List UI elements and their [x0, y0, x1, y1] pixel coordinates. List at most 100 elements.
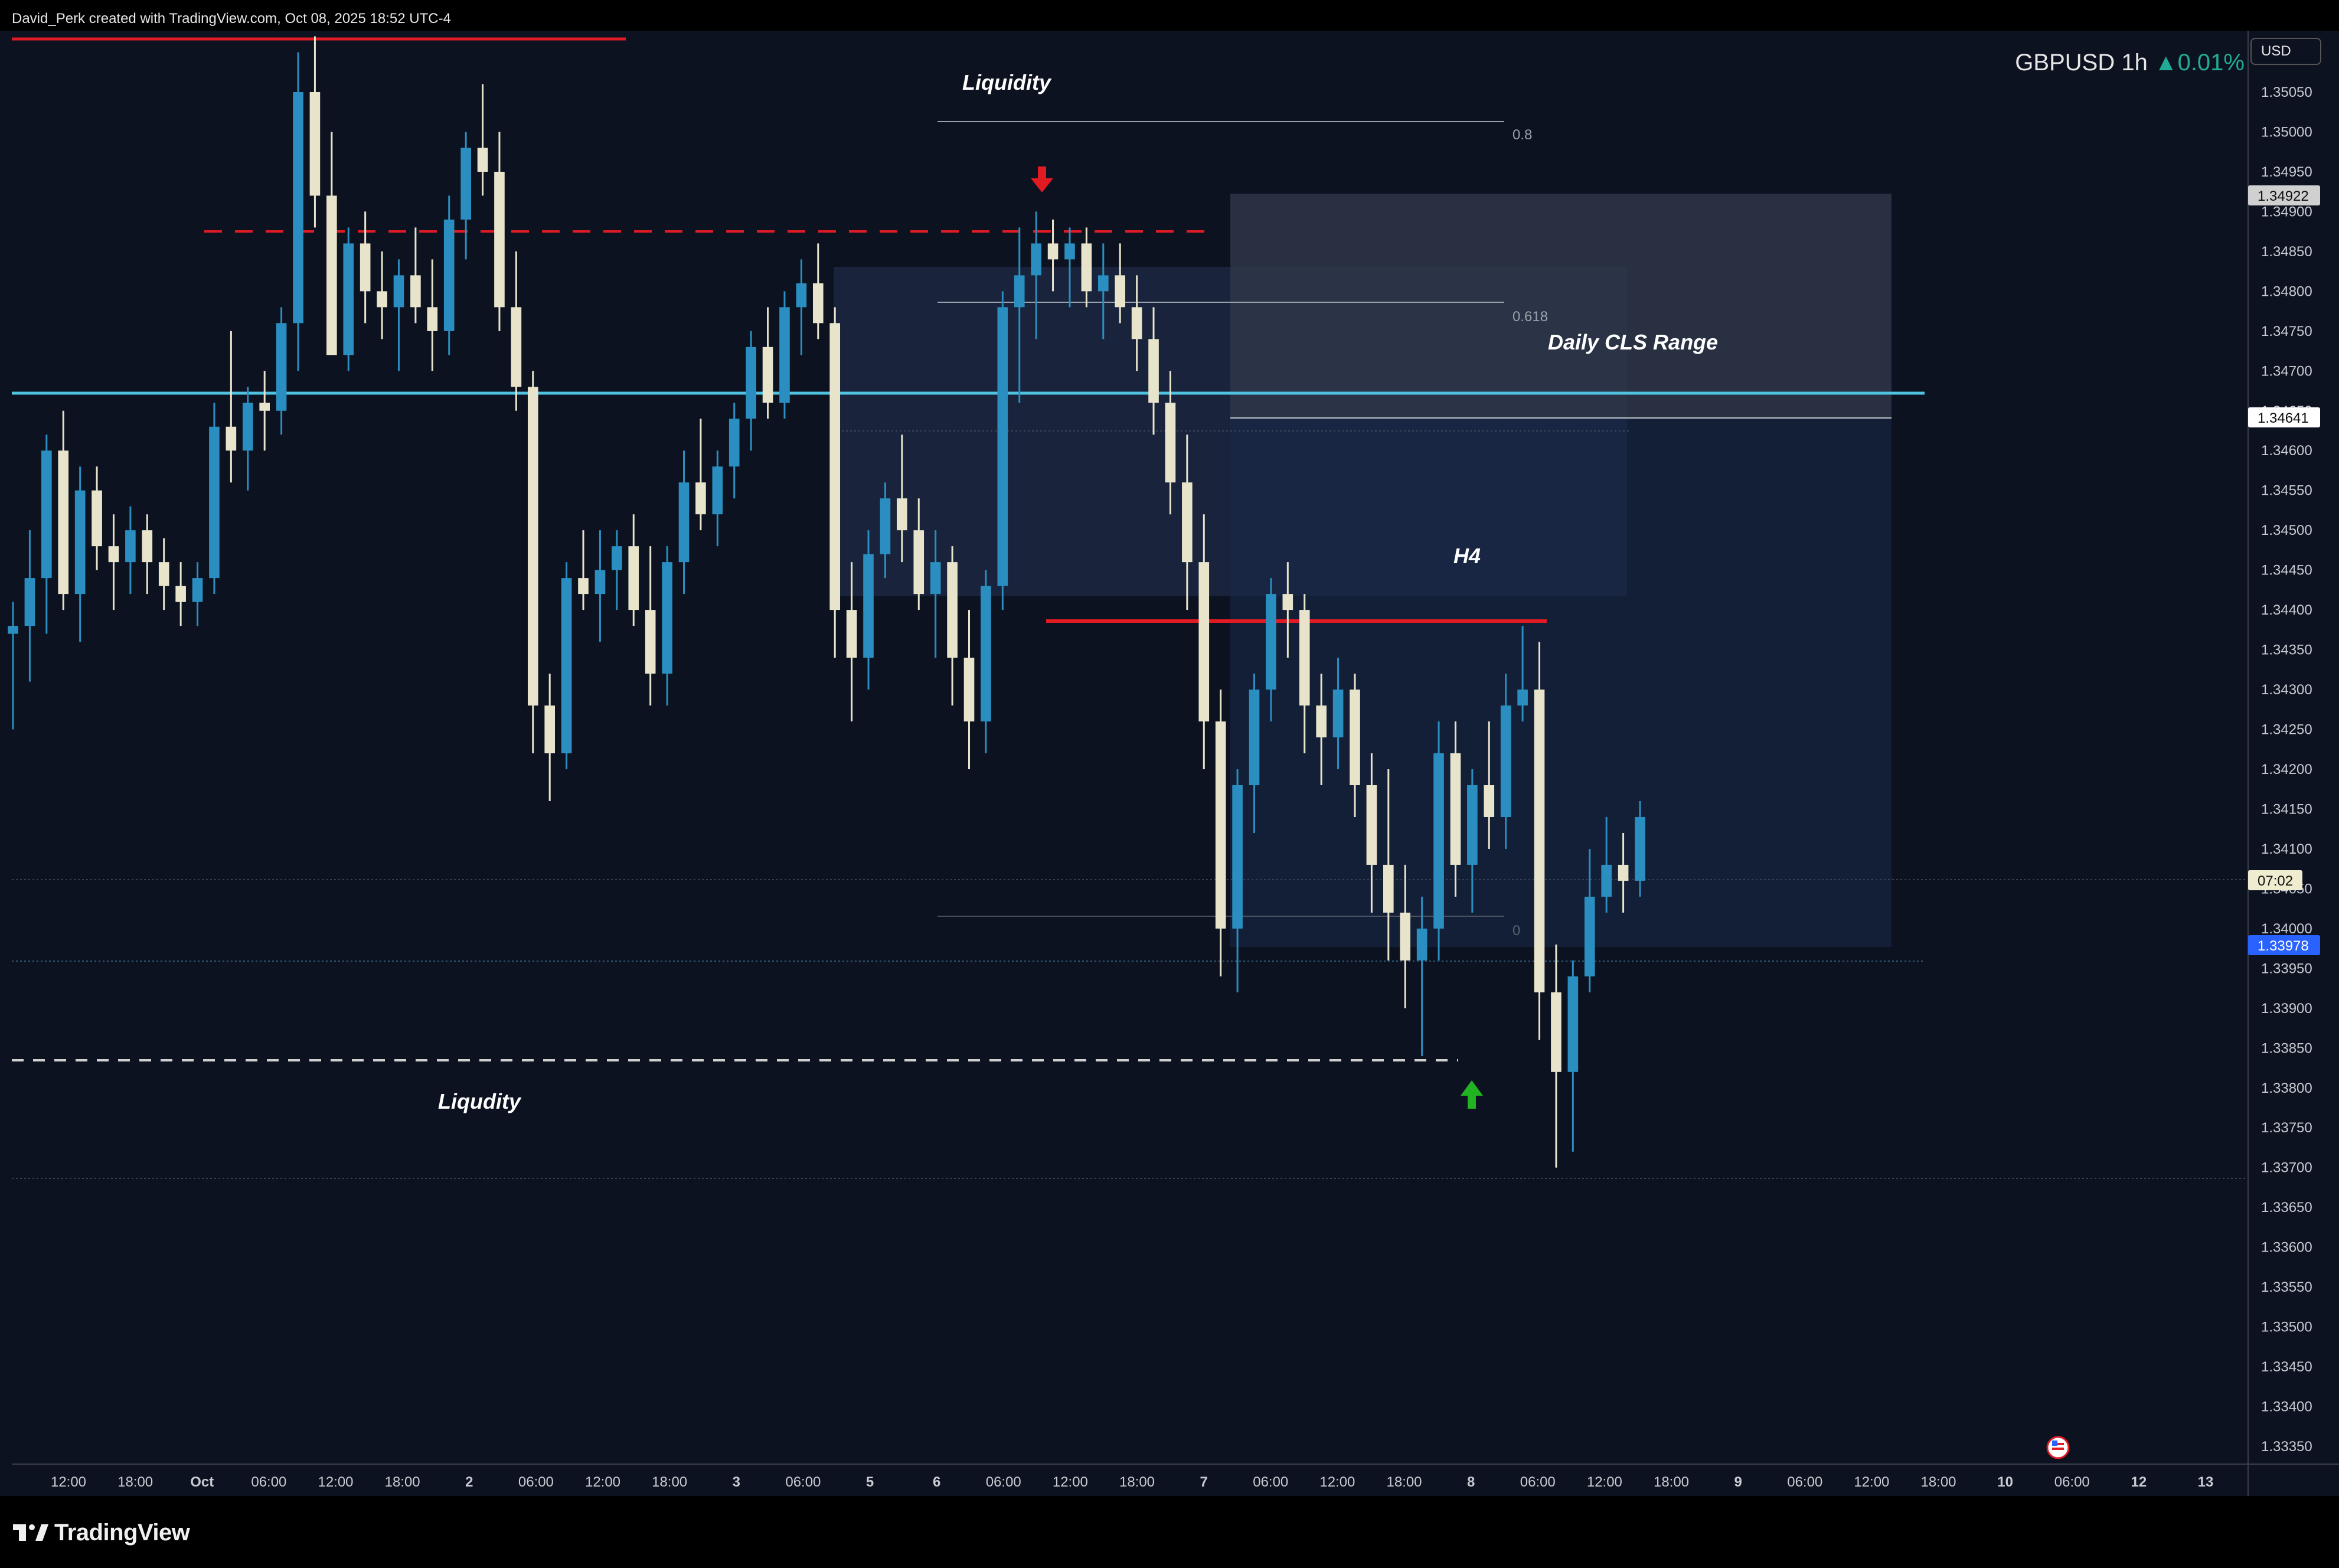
price-tick-label: 1.34000: [2261, 921, 2312, 937]
candle: [1534, 642, 1545, 1040]
time-tick-label: 12: [2131, 1474, 2147, 1490]
time-tick-label: 12:00: [1053, 1474, 1088, 1490]
price-axis[interactable]: 1.35050 1.35000 1.34950 1.34900 1.34850 1.348…: [2261, 84, 2312, 1455]
legend-symbol: GBPUSD: [2015, 50, 2115, 76]
time-tick-label: 12:00: [1587, 1474, 1622, 1490]
price-tick-label: 1.34450: [2261, 563, 2312, 579]
price-tick-label: 1.34350: [2261, 642, 2312, 658]
tradingview-logo-text: TradingView: [54, 1519, 190, 1546]
candle: [997, 291, 1008, 610]
fib-label-0: 0: [1512, 923, 1520, 939]
daily-cls-range-label: Daily CLS Range: [1548, 330, 1718, 354]
price-tick-label: 1.33950: [2261, 961, 2312, 976]
footer-bar: [0, 1496, 2339, 1568]
svg-text:1.33978: 1.33978: [2258, 938, 2309, 954]
time-tick-label: 18:00: [1386, 1474, 1422, 1490]
price-tag-top: 1.34922: [2248, 185, 2320, 205]
liquidity-bottom-label: Liqudity: [438, 1089, 522, 1113]
time-tick-label: 12:00: [1319, 1474, 1355, 1490]
candle: [779, 291, 790, 419]
candle: [527, 371, 538, 754]
price-tick-label: 1.35050: [2261, 84, 2312, 100]
time-tick-label: 2: [465, 1474, 473, 1490]
time-tick-label: 6: [933, 1474, 940, 1490]
liquidity-top-label: Liquidity: [962, 70, 1052, 94]
candle: [829, 307, 841, 658]
time-tick-label: 3: [733, 1474, 740, 1490]
us-flag-icon[interactable]: [2046, 1436, 2070, 1459]
price-tick-label: 1.33900: [2261, 1001, 2312, 1017]
candle: [1433, 721, 1444, 961]
time-tick-label: 5: [866, 1474, 874, 1490]
price-tick-label: 1.35000: [2261, 124, 2312, 140]
price-tick-label: 1.34950: [2261, 164, 2312, 180]
price-tick-label: 1.34600: [2261, 443, 2312, 459]
chart-canvas[interactable]: 0.8 0.618 0 Liquidity Daily CLS Range H4…: [0, 0, 2339, 1496]
time-tick-label: 12:00: [1854, 1474, 1889, 1490]
fib-label-08: 0.8: [1512, 127, 1532, 143]
time-tick-label: 12:00: [51, 1474, 86, 1490]
time-tick-label: 18:00: [1920, 1474, 1956, 1490]
time-tick-label: Oct: [190, 1474, 214, 1490]
time-tick-label: 06:00: [2054, 1474, 2090, 1490]
price-tick-label: 1.34300: [2261, 682, 2312, 698]
time-tick-label: 18:00: [1654, 1474, 1689, 1490]
time-tick-label: 7: [1200, 1474, 1207, 1490]
candle: [293, 52, 303, 371]
time-tick-label: 12:00: [585, 1474, 620, 1490]
price-tick-label: 1.34150: [2261, 801, 2312, 817]
price-tick-label: 1.33550: [2261, 1279, 2312, 1295]
last-price-tag: 1.33978: [2248, 935, 2320, 955]
time-tick-label: 06:00: [251, 1474, 286, 1490]
price-tick-label: 1.34850: [2261, 244, 2312, 260]
legend-interval: 1h: [2121, 50, 2148, 76]
time-tick-label: 06:00: [518, 1474, 554, 1490]
tradingview-logo[interactable]: TradingView: [13, 1517, 190, 1548]
time-tick-label: 8: [1467, 1474, 1475, 1490]
daily-cls-range-upper: [1230, 194, 1892, 418]
candle: [343, 227, 354, 371]
time-tick-label: 06:00: [1520, 1474, 1556, 1490]
svg-text:07:02: 07:02: [2258, 873, 2293, 889]
price-tick-label: 1.33800: [2261, 1080, 2312, 1096]
price-tick-label: 1.34100: [2261, 841, 2312, 857]
time-tick-label: 06:00: [1787, 1474, 1822, 1490]
price-tick-label: 1.33400: [2261, 1399, 2312, 1415]
price-tick-label: 1.34750: [2261, 324, 2312, 339]
currency-selector[interactable]: USD: [2250, 38, 2321, 65]
price-tag-mid: 1.34641: [2248, 407, 2320, 427]
price-tick-label: 1.34250: [2261, 722, 2312, 738]
price-tick-label: 1.33750: [2261, 1120, 2312, 1136]
price-tick-label: 1.34400: [2261, 602, 2312, 618]
time-tick-label: 18:00: [652, 1474, 687, 1490]
time-tick-label: 13: [2198, 1474, 2214, 1490]
time-tick-label: 06:00: [986, 1474, 1021, 1490]
fib-label-0618: 0.618: [1512, 309, 1548, 325]
price-tick-label: 1.33600: [2261, 1240, 2312, 1256]
time-tick-label: 06:00: [785, 1474, 821, 1490]
time-tick-label: 18:00: [1119, 1474, 1155, 1490]
time-tick-label: 9: [1734, 1474, 1742, 1490]
h4-label: H4: [1453, 544, 1481, 568]
price-tick-label: 1.34700: [2261, 363, 2312, 379]
price-tick-label: 1.34200: [2261, 762, 2312, 778]
time-tick-label: 12:00: [318, 1474, 353, 1490]
symbol-legend[interactable]: GBPUSD 1h ▲0.01%: [2015, 50, 2245, 76]
candle: [561, 562, 572, 769]
price-tick-label: 1.33450: [2261, 1359, 2312, 1375]
svg-text:1.34641: 1.34641: [2258, 410, 2309, 426]
time-tick-label: 18:00: [385, 1474, 420, 1490]
svg-text:1.34922: 1.34922: [2258, 188, 2309, 204]
price-tick-label: 1.33850: [2261, 1040, 2312, 1056]
candle: [443, 195, 455, 355]
legend-change: ▲0.01%: [2154, 50, 2245, 76]
price-tick-label: 1.34900: [2261, 204, 2312, 220]
price-tick-label: 1.34800: [2261, 283, 2312, 299]
price-tick-label: 1.34500: [2261, 522, 2312, 538]
time-tick-label: 06:00: [1253, 1474, 1288, 1490]
candle: [209, 403, 220, 594]
price-tick-label: 1.34550: [2261, 483, 2312, 499]
price-tick-label: 1.33700: [2261, 1160, 2312, 1176]
time-tick-label: 10: [1997, 1474, 2013, 1490]
price-tick-label: 1.33350: [2261, 1439, 2312, 1455]
